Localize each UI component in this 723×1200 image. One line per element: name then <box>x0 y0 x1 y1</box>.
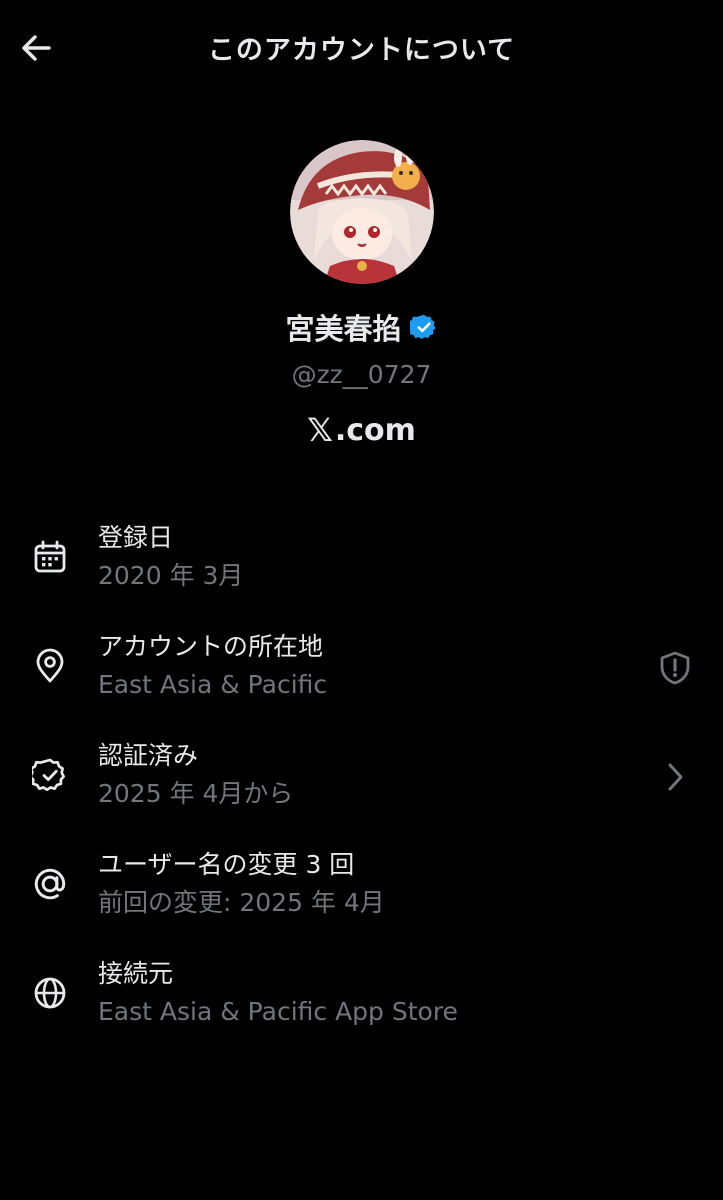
location-pin-icon <box>30 646 70 686</box>
list-item-verified[interactable]: 認証済み 2025 年 4月から <box>0 731 723 840</box>
avatar[interactable] <box>289 140 434 284</box>
domain-label: 𝕏 .com <box>0 411 723 449</box>
shield-alert-icon[interactable] <box>655 648 695 688</box>
calendar-icon <box>30 537 70 577</box>
row-value: East Asia & Pacific <box>98 670 328 699</box>
verified-badge-outline-icon <box>30 755 70 795</box>
globe-icon <box>30 973 70 1013</box>
list-item-account-location: アカウントの所在地 East Asia & Pacific <box>0 622 723 731</box>
list-item-username-changes: ユーザー名の変更 3 回 前回の変更: 2025 年 4月 <box>0 840 723 949</box>
list-item-registration-date: 登録日 2020 年 3月 <box>0 513 723 622</box>
verified-badge-icon[interactable] <box>409 313 438 341</box>
display-name: 宮美春掐 <box>285 312 402 346</box>
list-item-connected-via: 接続元 East Asia & Pacific App Store <box>0 949 723 1058</box>
row-label: アカウントの所在地 <box>98 632 324 661</box>
x-logo-icon: 𝕏 <box>307 411 333 449</box>
name-row: 宮美春掐 <box>0 306 723 348</box>
row-value: 2020 年 3月 <box>98 561 244 590</box>
row-label: 認証済み <box>98 741 199 770</box>
top-bar: このアカウントについて <box>0 0 723 96</box>
username-handle: @zz__0727 <box>291 360 432 389</box>
at-sign-icon <box>30 864 70 904</box>
row-value: 2025 年 4月から <box>98 779 294 808</box>
account-info-list: 登録日 2020 年 3月 アカウントの所在地 East Asia & Paci… <box>0 513 723 1058</box>
row-value: East Asia & Pacific App Store <box>98 997 458 1026</box>
row-value: 前回の変更: 2025 年 4月 <box>98 888 385 917</box>
page-title: このアカウントについて <box>207 35 516 66</box>
row-label: ユーザー名の変更 3 回 <box>98 850 355 879</box>
profile-summary: 宮美春掐 @zz__0727 𝕏 .com <box>0 140 723 449</box>
chevron-right-icon[interactable] <box>655 757 695 797</box>
domain-suffix: .com <box>334 412 416 448</box>
row-label: 登録日 <box>98 523 174 552</box>
row-label: 接続元 <box>98 959 174 988</box>
